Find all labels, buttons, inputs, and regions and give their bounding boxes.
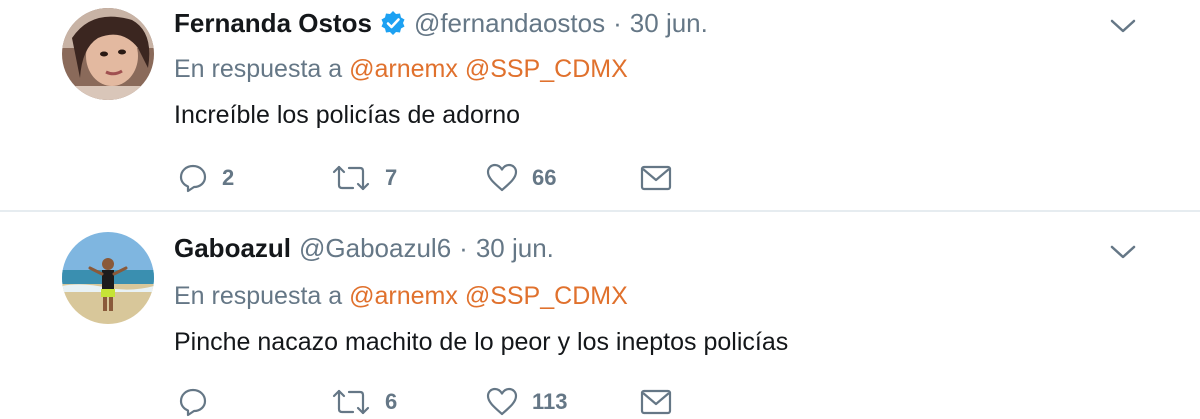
author-handle[interactable]: @fernandaostos — [414, 8, 605, 38]
like-count: 113 — [532, 389, 568, 414]
separator: · — [613, 8, 622, 38]
envelope-icon — [640, 389, 672, 415]
tweet[interactable]: Gaboazul @Gaboazul6 · 30 jun. En respues… — [0, 212, 1200, 419]
reply-context: En respuesta a @arnemx @SSP_CDMX — [174, 281, 628, 311]
tweet-date[interactable]: 30 jun. — [630, 8, 708, 38]
direct-message-button[interactable] — [640, 160, 672, 196]
retweet-icon — [332, 165, 370, 191]
envelope-icon — [640, 165, 672, 191]
tweet-text: Pinche nacazo machito de lo peor y los i… — [174, 328, 789, 356]
like-count: 66 — [532, 165, 557, 190]
mention-link[interactable]: @arnemx — [349, 55, 458, 83]
mention-link[interactable]: @SSP_CDMX — [465, 55, 628, 83]
like-button[interactable]: 113 — [486, 384, 568, 419]
reply-context: En respuesta a @arnemx @SSP_CDMX — [174, 54, 628, 84]
retweet-button[interactable]: 6 — [331, 384, 397, 419]
tweet-header: Fernanda Ostos @fernandaostos · 30 jun. — [174, 8, 708, 38]
avatar[interactable] — [62, 232, 154, 324]
reply-button[interactable]: 2 — [178, 160, 234, 196]
reply-prefix: En respuesta a — [174, 282, 343, 310]
retweet-icon — [332, 389, 370, 415]
author-handle[interactable]: @Gaboazul6 — [299, 233, 451, 263]
reply-icon — [179, 388, 207, 417]
reply-prefix: En respuesta a — [174, 55, 343, 83]
mention-link[interactable]: @SSP_CDMX — [465, 282, 628, 310]
heart-icon — [486, 163, 518, 192]
tweet-text: Increíble los policías de adorno — [174, 101, 521, 129]
chevron-down-icon[interactable] — [1110, 18, 1136, 34]
verified-badge-icon — [380, 10, 406, 36]
author-name[interactable]: Fernanda Ostos — [174, 8, 372, 38]
tweet-actions: 6 113 — [0, 384, 1200, 419]
retweet-count: 7 — [385, 165, 398, 190]
retweet-count: 6 — [385, 389, 398, 414]
reply-count: 2 — [222, 165, 235, 190]
like-button[interactable]: 66 — [486, 160, 556, 196]
tweet-feed: Fernanda Ostos @fernandaostos · 30 jun. … — [0, 0, 1200, 419]
heart-icon — [486, 387, 518, 416]
tweet[interactable]: Fernanda Ostos @fernandaostos · 30 jun. … — [0, 0, 1200, 211]
tweet-header: Gaboazul @Gaboazul6 · 30 jun. — [174, 233, 554, 263]
author-name[interactable]: Gaboazul — [174, 233, 291, 263]
retweet-button[interactable]: 7 — [331, 160, 397, 196]
chevron-down-icon[interactable] — [1110, 244, 1136, 260]
reply-button[interactable] — [178, 384, 222, 419]
tweet-date[interactable]: 30 jun. — [476, 233, 554, 263]
separator: · — [459, 233, 468, 263]
mention-link[interactable]: @arnemx — [349, 282, 458, 310]
avatar[interactable] — [62, 8, 154, 100]
direct-message-button[interactable] — [640, 384, 672, 419]
reply-icon — [179, 164, 207, 193]
tweet-actions: 2 7 66 — [0, 160, 1200, 196]
